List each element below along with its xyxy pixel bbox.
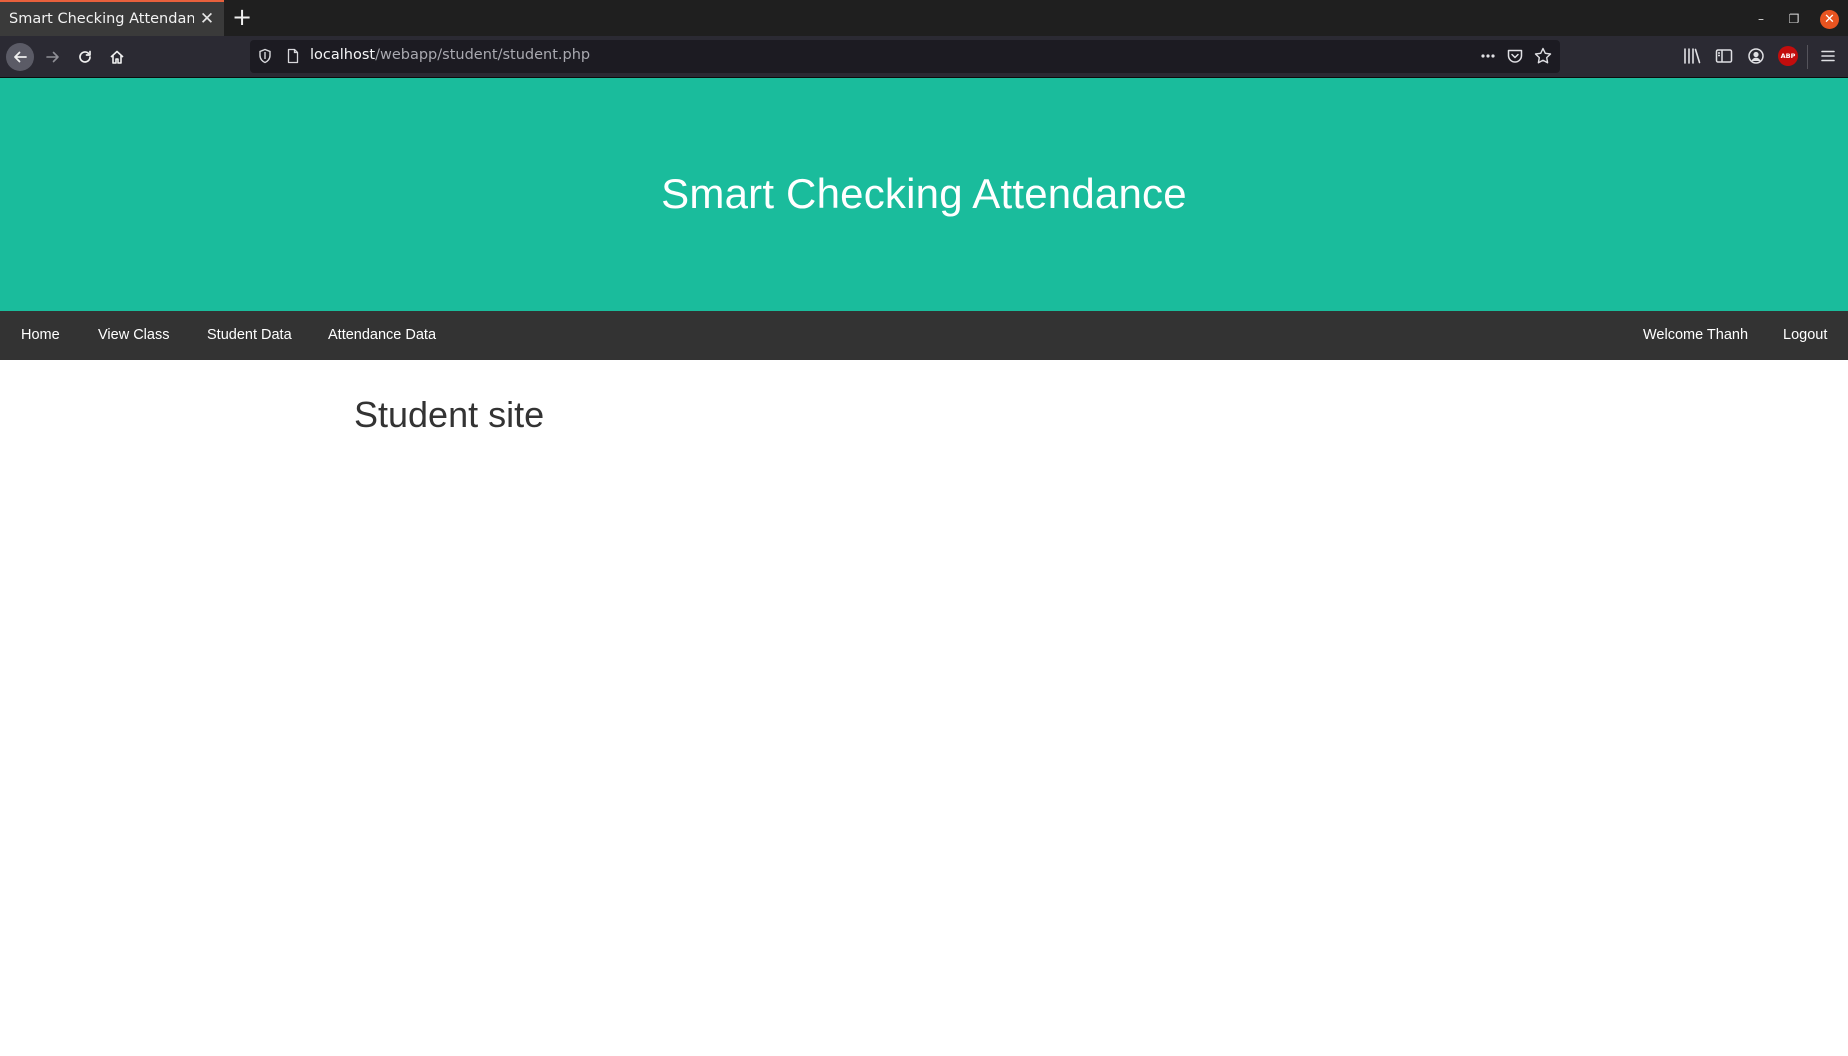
browser-tab-bar: Smart Checking Attendance ✕ + – ❐ ✕ — [0, 0, 1848, 36]
abp-label: ABP — [1780, 52, 1796, 60]
home-icon[interactable] — [104, 44, 130, 70]
window-close-icon[interactable]: ✕ — [1820, 10, 1839, 29]
shield-icon[interactable] — [258, 48, 272, 69]
account-icon[interactable] — [1746, 46, 1766, 66]
nav-link-attendance-data[interactable]: Attendance Data — [328, 311, 436, 360]
forward-arrow-icon[interactable] — [40, 44, 66, 70]
nav-link-home[interactable]: Home — [21, 311, 60, 360]
adblock-plus-icon[interactable]: ABP — [1778, 46, 1798, 66]
tab-close-icon[interactable]: ✕ — [199, 11, 215, 28]
nav-link-student-data[interactable]: Student Data — [207, 311, 292, 360]
page-info-icon[interactable] — [286, 48, 300, 69]
browser-tab-active[interactable]: Smart Checking Attendance ✕ — [0, 0, 224, 36]
window-minimize-icon[interactable]: – — [1752, 10, 1770, 28]
url-text[interactable]: localhost/webapp/student/student.php — [310, 47, 590, 63]
url-path: /webapp/student/student.php — [375, 47, 591, 63]
window-restore-icon[interactable]: ❐ — [1785, 10, 1803, 28]
page-heading: Student site — [354, 394, 545, 435]
toolbar-divider — [1807, 45, 1808, 69]
site-title: Smart Checking Attendance — [661, 169, 1187, 217]
new-tab-button[interactable]: + — [230, 5, 254, 29]
more-icon[interactable] — [1478, 46, 1498, 71]
nav-link-view-class[interactable]: View Class — [98, 311, 169, 360]
pocket-icon[interactable] — [1506, 47, 1524, 70]
site-header: Smart Checking Attendance — [0, 78, 1848, 311]
site-navbar: Home View Class Student Data Attendance … — [0, 311, 1848, 360]
hamburger-menu-icon[interactable] — [1818, 46, 1838, 66]
library-icon[interactable] — [1682, 46, 1702, 66]
back-arrow-icon[interactable] — [6, 43, 34, 71]
web-page: Smart Checking Attendance Home View Clas… — [0, 78, 1848, 1056]
tab-title: Smart Checking Attendance — [9, 11, 194, 27]
sidebar-icon[interactable] — [1714, 46, 1734, 66]
address-bar[interactable]: localhost/webapp/student/student.php — [250, 40, 1560, 73]
url-host: localhost — [310, 47, 376, 63]
nav-link-welcome-user[interactable]: Welcome Thanh — [1643, 311, 1748, 360]
nav-link-logout[interactable]: Logout — [1783, 311, 1827, 360]
browser-toolbar: localhost/webapp/student/student.php ABP — [0, 36, 1848, 78]
reload-icon[interactable] — [72, 44, 98, 70]
star-icon[interactable] — [1533, 46, 1553, 71]
